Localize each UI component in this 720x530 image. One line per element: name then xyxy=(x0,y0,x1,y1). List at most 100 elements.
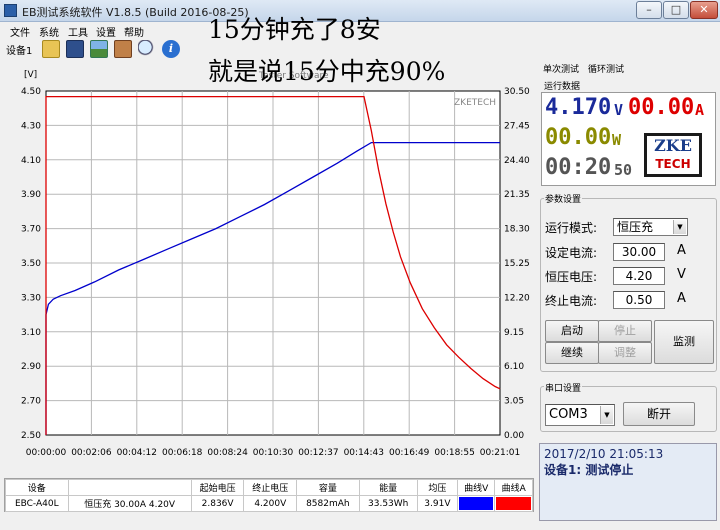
table-header-row: 设备 模式 起始电压 终止电压 容量 能量 均压 曲线V 曲线A xyxy=(5,479,533,496)
close-button[interactable]: ✕ xyxy=(690,1,718,19)
left-axis-tick-label: 3.70 xyxy=(21,225,41,235)
col-curve-a[interactable]: 曲线A xyxy=(494,479,533,496)
params-group: 运行模式: 恒压充 ▼ 设定电流: 30.00 A 恒压电压: 4.20 V 终… xyxy=(540,198,717,372)
x-axis-tick-label: 00:00:00 xyxy=(26,448,67,458)
cell-avg-voltage: 3.91V xyxy=(416,495,458,512)
cv-voltage-input[interactable]: 4.20 xyxy=(613,267,665,285)
x-axis-tick-label: 00:08:24 xyxy=(207,448,248,458)
left-axis-tick-label: 3.50 xyxy=(21,259,41,269)
status-timestamp: 2017/2/10 21:05:13 xyxy=(544,447,664,461)
continue-button[interactable]: 继续 xyxy=(545,342,599,364)
chevron-down-icon[interactable]: ▼ xyxy=(600,406,613,424)
cell-curve-v[interactable] xyxy=(456,495,496,512)
x-axis-tick-label: 00:14:43 xyxy=(344,448,384,458)
cell-start-voltage: 2.836V xyxy=(190,495,245,512)
right-axis-tick-label: 24.40 xyxy=(504,156,530,166)
com-port-value: COM3 xyxy=(549,407,588,422)
curve-v-swatch[interactable] xyxy=(458,497,494,510)
watermark-text: ZKETECH xyxy=(454,98,496,108)
menu-system[interactable]: 系统 xyxy=(39,24,59,39)
tools-icon[interactable] xyxy=(114,40,132,58)
col-start-voltage: 起始电压 xyxy=(190,479,245,496)
cell-curve-a[interactable] xyxy=(494,495,533,512)
adjust-button[interactable]: 调整 xyxy=(598,342,652,364)
monitor-button[interactable]: 监测 xyxy=(654,320,714,364)
mode-label: 运行模式: xyxy=(545,221,598,235)
cutoff-current-unit: A xyxy=(677,291,686,306)
run-data-title: 运行数据 xyxy=(544,82,581,92)
disconnect-button[interactable]: 断开 xyxy=(623,402,695,426)
zketech-logo: ZKE TECH xyxy=(644,133,702,177)
tab-cycle-test[interactable]: 循环测试 xyxy=(588,62,624,75)
start-button[interactable]: 启动 xyxy=(545,320,599,342)
x-axis-tick-label: 00:21:01 xyxy=(480,448,520,458)
chart-svg: 4.50 4.30 4.10 3.90 3.70 3.50 3.30 3.10 2.90 2.70… xyxy=(21,70,530,458)
left-axis-tick-label: 3.10 xyxy=(21,328,41,338)
left-axis-tick-label: 2.90 xyxy=(21,362,41,372)
menu-settings[interactable]: 设置 xyxy=(96,24,116,39)
right-axis-tick-label: 6.10 xyxy=(504,362,524,372)
cell-capacity: 8582mAh xyxy=(296,495,360,512)
x-axis-tick-label: 00:02:06 xyxy=(71,448,112,458)
left-axis-tick-label: 2.50 xyxy=(21,431,41,441)
device-tab[interactable]: 设备1 xyxy=(6,42,32,57)
col-mode: 模式 xyxy=(67,479,192,496)
maximize-button[interactable]: □ xyxy=(663,1,689,19)
set-current-label: 设定电流: xyxy=(545,246,598,260)
left-axis-unit: [V] xyxy=(24,70,37,80)
serial-title: 串口设置 xyxy=(544,381,583,394)
current-readout: 00.00 xyxy=(628,95,695,120)
power-unit: W xyxy=(612,131,622,149)
left-axis-tick-label: 4.30 xyxy=(21,121,41,131)
overlay-line-2: 就是说15分中充90% xyxy=(208,57,446,86)
set-current-unit: A xyxy=(677,243,686,258)
left-axis-tick-label: 4.50 xyxy=(21,87,41,97)
cutoff-current-input[interactable]: 0.50 xyxy=(613,291,665,309)
image-icon[interactable] xyxy=(90,40,108,58)
cv-voltage-unit: V xyxy=(677,267,686,282)
stop-button[interactable]: 停止 xyxy=(598,320,652,342)
power-readout: 00.00 xyxy=(545,125,612,150)
save-icon[interactable] xyxy=(66,40,84,58)
com-port-select[interactable]: COM3 ▼ xyxy=(545,404,615,426)
right-axis-tick-label: 18.30 xyxy=(504,225,530,235)
right-axis-tick-label: 27.45 xyxy=(504,121,530,131)
overlay-line-1: 15分钟充了8安 xyxy=(208,15,381,44)
run-data-display: 4.170 V 00.00 A 00.00 W 00:20 50 ZKE TEC… xyxy=(541,92,716,186)
mode-value: 恒压充 xyxy=(617,220,654,234)
cell-device: EBC-A40L xyxy=(5,495,69,512)
mode-select[interactable]: 恒压充 ▼ xyxy=(613,218,688,236)
x-axis-tick-label: 00:18:55 xyxy=(434,448,474,458)
x-axis-tick-label: 00:06:18 xyxy=(162,448,203,458)
logo-text-top: ZKE xyxy=(654,136,692,155)
cutoff-current-label: 终止电流: xyxy=(545,294,598,308)
x-axis-tick-label: 00:10:30 xyxy=(253,448,294,458)
zoom-icon[interactable] xyxy=(138,40,156,58)
right-axis-tick-label: 30.50 xyxy=(504,87,530,97)
params-title: 参数设置 xyxy=(544,192,583,205)
right-axis-tick-label: 3.05 xyxy=(504,397,524,407)
set-current-input[interactable]: 30.00 xyxy=(613,243,665,261)
chevron-down-icon[interactable]: ▼ xyxy=(673,220,686,234)
chart-area: 4.50 4.30 4.10 3.90 3.70 3.50 3.30 3.10 2.90 2.70… xyxy=(4,62,534,468)
open-folder-icon[interactable] xyxy=(42,40,60,58)
x-axis-tick-label: 00:04:12 xyxy=(117,448,157,458)
menu-help[interactable]: 帮助 xyxy=(124,24,144,39)
right-axis-tick-label: 12.20 xyxy=(504,293,530,303)
col-device: 设备 xyxy=(5,479,69,496)
curve-a-swatch[interactable] xyxy=(496,497,531,510)
cell-mode: 恒压充 30.00A 4.20V xyxy=(67,495,192,512)
right-axis-tick-label: 21.35 xyxy=(504,190,530,200)
col-capacity: 容量 xyxy=(296,479,360,496)
table-row[interactable]: EBC-A40L 恒压充 30.00A 4.20V 2.836V 4.200V … xyxy=(5,495,533,512)
current-unit: A xyxy=(695,101,705,119)
menu-file[interactable]: 文件 xyxy=(10,24,30,39)
col-curve-v[interactable]: 曲线V xyxy=(456,479,496,496)
info-icon[interactable]: i xyxy=(162,40,180,58)
minimize-button[interactable]: – xyxy=(636,1,662,19)
menu-tools[interactable]: 工具 xyxy=(68,24,88,39)
tab-single-test[interactable]: 单次测试 xyxy=(543,62,579,75)
left-axis-tick-label: 3.90 xyxy=(21,190,41,200)
col-end-voltage: 终止电压 xyxy=(243,479,298,496)
col-avg-voltage: 均压 xyxy=(416,479,458,496)
